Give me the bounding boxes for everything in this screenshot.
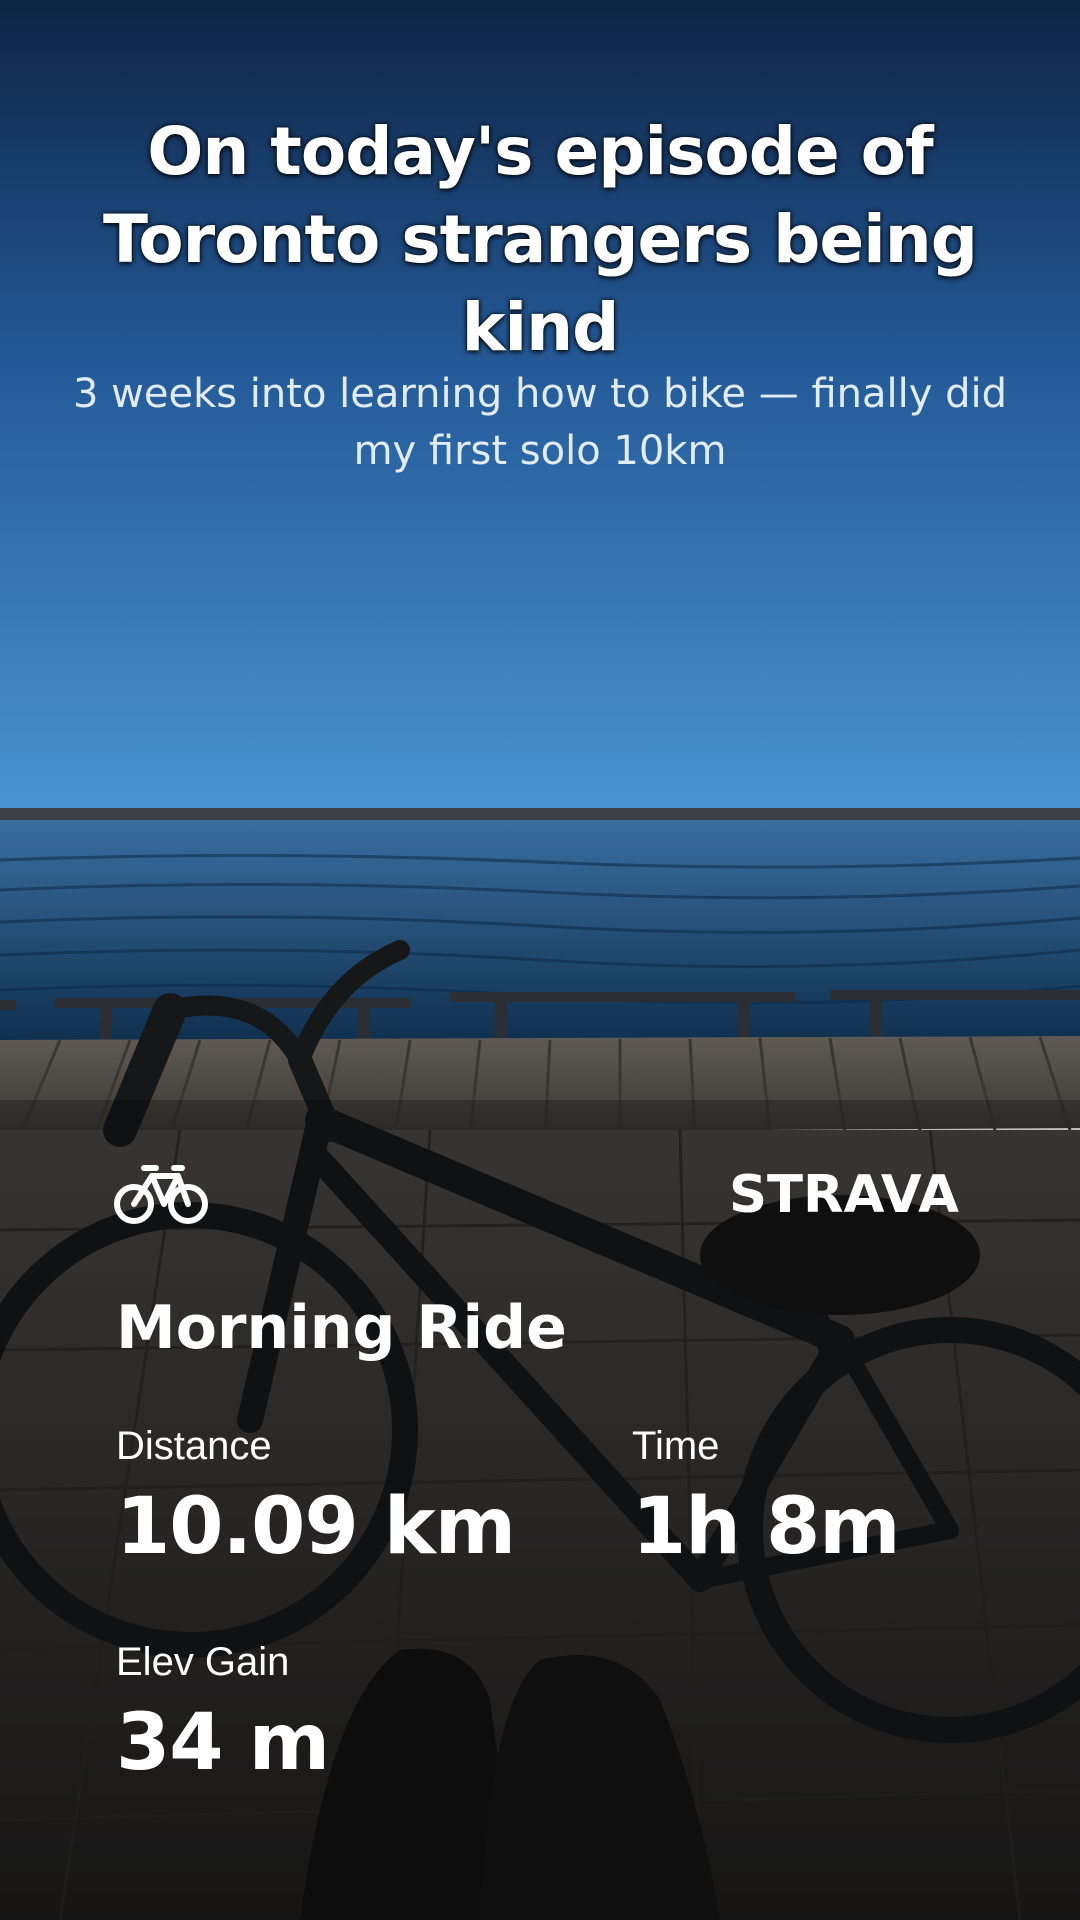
activity-share-card: On today's episode of Toronto strangers … xyxy=(0,0,1080,1920)
strava-logo: STRAVA xyxy=(729,1168,959,1216)
post-headline: On today's episode of Toronto strangers … xyxy=(103,113,978,366)
stat-value: 10.09 km xyxy=(116,1482,516,1572)
stat-label: Time xyxy=(632,1424,720,1468)
stat-time: Time 1h 8m xyxy=(632,1422,901,1572)
activity-title: Morning Ride xyxy=(116,1293,567,1363)
stat-value: 1h 8m xyxy=(632,1482,901,1572)
stat-value: 34 m xyxy=(116,1698,330,1788)
stat-label: Distance xyxy=(116,1424,272,1468)
stat-distance: Distance 10.09 km xyxy=(116,1422,516,1572)
strava-logo-text: STRAVA xyxy=(729,1168,959,1216)
stat-label: Elev Gain xyxy=(116,1640,290,1684)
stat-elev-gain: Elev Gain 34 m xyxy=(116,1638,330,1788)
post-subline: 3 weeks into learning how to bike — fina… xyxy=(72,371,1008,474)
bicycle-icon xyxy=(114,1162,208,1226)
